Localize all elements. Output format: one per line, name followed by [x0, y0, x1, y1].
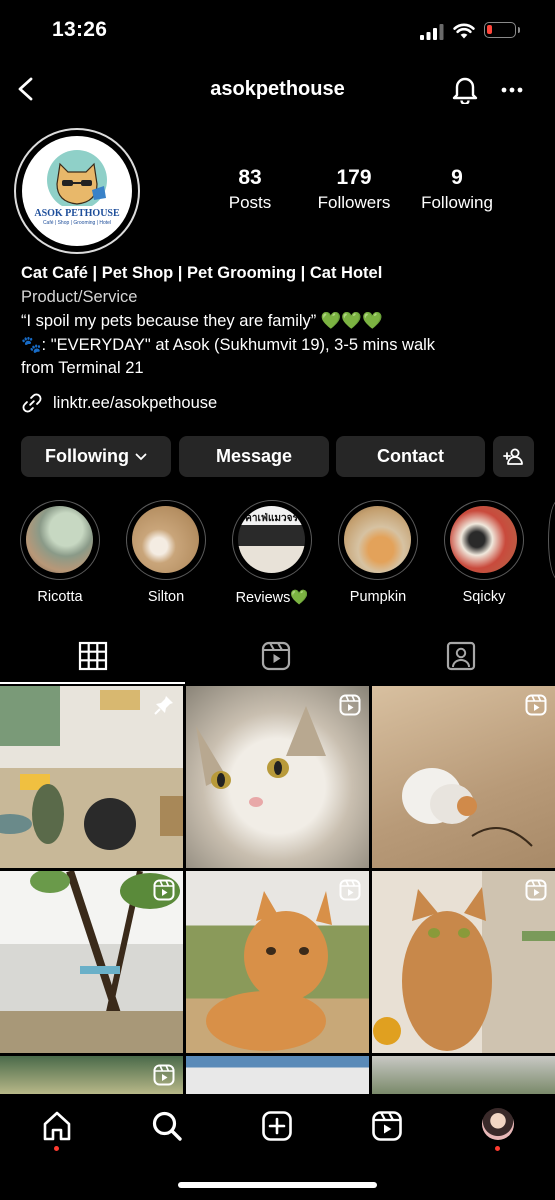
create-post-icon[interactable] [261, 1110, 293, 1142]
reel-icon [153, 879, 175, 901]
notification-bell-icon[interactable] [451, 74, 479, 104]
post-tile[interactable] [186, 686, 369, 868]
avatar-brand-text: ASOK PETHOUSE [34, 208, 120, 219]
highlight-ricotta[interactable]: Ricotta [18, 500, 102, 605]
bio-location-line1: 🐾: "EVERYDAY" at Asok (Sukhumvit 19), 3-… [21, 336, 436, 354]
home-icon[interactable] [41, 1110, 73, 1142]
highlight-reviews-image: คาเฟ่แมวจร [238, 506, 305, 573]
following-stat[interactable]: 9 Following [412, 166, 502, 213]
avatar-logo-image [30, 150, 124, 218]
highlight-sqicky-image [450, 506, 517, 573]
bio-quote: “I spoil my pets because they are family… [21, 312, 383, 330]
post-tile[interactable] [0, 686, 183, 868]
home-indicator [178, 1182, 377, 1188]
profile-notification-dot [495, 1146, 500, 1151]
status-time: 13:26 [52, 18, 108, 41]
link-icon [22, 393, 42, 413]
post-tile[interactable] [186, 871, 369, 1053]
reel-icon [153, 1064, 175, 1086]
following-button-label: Following [45, 446, 129, 466]
highlight-pumpkin-image [344, 506, 411, 573]
highlight-silton[interactable]: Silton [124, 500, 208, 605]
active-tab-indicator [0, 682, 185, 684]
message-button-label: Message [215, 446, 293, 466]
highlight-reviews[interactable]: คาเฟ่แมวจร Reviews💚 [230, 500, 314, 606]
highlight-label: Sqicky [462, 589, 506, 605]
chevron-down-icon [135, 453, 147, 460]
grid-tab-icon[interactable] [78, 640, 108, 672]
highlight-partial[interactable] [548, 500, 555, 580]
profile-avatar-tab[interactable] [482, 1108, 514, 1140]
following-button[interactable]: Following [21, 436, 171, 477]
post-tile[interactable] [372, 1056, 555, 1094]
posts-count: 83 [238, 166, 262, 189]
followers-count: 179 [336, 166, 372, 189]
followers-stat[interactable]: 179 Followers [309, 166, 399, 213]
posts-stat[interactable]: 83 Posts [205, 166, 295, 213]
reel-icon [525, 694, 547, 716]
post-tile[interactable] [186, 1056, 369, 1094]
post-tile[interactable] [372, 871, 555, 1053]
tagged-tab-icon[interactable] [446, 640, 476, 672]
post-tile[interactable] [0, 871, 183, 1053]
bio-link-text: linktr.ee/asokpethouse [53, 393, 218, 412]
battery-icon [484, 22, 520, 38]
wifi-icon [453, 23, 475, 39]
following-count: 9 [451, 166, 463, 189]
avatar-tagline-text: Café | Shop | Grooming | Hotel [42, 220, 112, 226]
search-icon[interactable] [151, 1110, 183, 1142]
contact-button[interactable]: Contact [336, 436, 485, 477]
highlight-sqicky[interactable]: Sqicky [442, 500, 526, 605]
highlight-overlay-text: คาเฟ่แมวจร [245, 513, 298, 524]
bio-title: Cat Café | Pet Shop | Pet Grooming | Cat… [21, 264, 383, 282]
post-tile[interactable] [372, 686, 555, 868]
following-label: Following [421, 193, 493, 212]
posts-label: Posts [228, 193, 272, 212]
add-person-button[interactable] [493, 436, 534, 477]
reels-tab-icon[interactable] [261, 640, 291, 672]
highlight-label: Ricotta [37, 589, 83, 605]
highlight-label: Pumpkin [349, 589, 407, 605]
home-notification-dot [54, 1146, 59, 1151]
message-button[interactable]: Message [179, 436, 329, 477]
reel-icon [339, 879, 361, 901]
highlight-silton-image [132, 506, 199, 573]
post-tile[interactable] [0, 1056, 183, 1094]
contact-button-label: Contact [377, 446, 444, 466]
reel-icon [339, 694, 361, 716]
bio-link[interactable]: linktr.ee/asokpethouse [21, 392, 217, 414]
pin-icon [154, 696, 173, 715]
cellular-signal-icon [420, 24, 444, 40]
add-person-icon [502, 448, 523, 465]
bio-location-line2: from Terminal 21 [21, 359, 144, 377]
highlight-ricotta-image [26, 506, 93, 573]
more-options-icon[interactable] [500, 86, 524, 94]
reel-icon [525, 879, 547, 901]
highlight-label: Silton [147, 589, 185, 605]
bio-category: Product/Service [21, 288, 138, 306]
highlight-pumpkin[interactable]: Pumpkin [336, 500, 420, 605]
followers-label: Followers [317, 193, 391, 212]
highlight-label: Reviews💚 [235, 590, 309, 606]
reels-icon[interactable] [371, 1110, 403, 1142]
profile-avatar[interactable]: ASOK PETHOUSE Café | Shop | Grooming | H… [14, 128, 140, 254]
